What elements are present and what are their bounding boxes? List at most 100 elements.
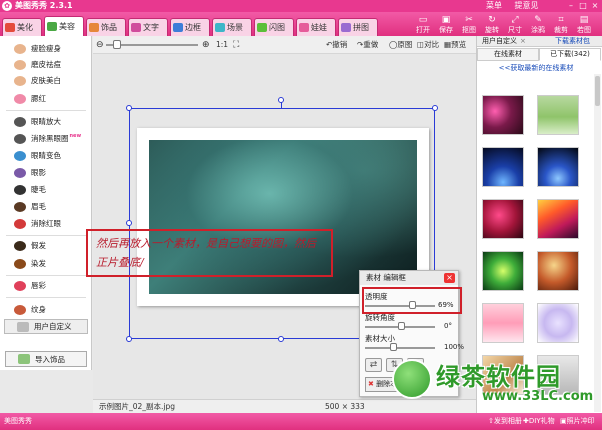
sidebar-item-hair-dye[interactable]: 染发 [2, 256, 90, 271]
sidebar-item-label: 腮红 [31, 94, 46, 103]
material-thumbnail[interactable] [537, 95, 579, 135]
tab-online-material[interactable]: 在线素材 [477, 48, 539, 61]
zoom-in-icon[interactable]: ⊕ [202, 39, 210, 51]
close-button[interactable]: × [590, 1, 600, 11]
tab-puzzle[interactable]: 拼图 [338, 18, 378, 36]
enlarge-eyes-icon [14, 116, 26, 127]
sidebar-item-smooth-skin[interactable]: 磨皮祛痘 [2, 57, 90, 72]
divider [6, 297, 86, 298]
tab-accessory[interactable]: 饰品 [86, 18, 126, 36]
sidebar-item-slim-face[interactable]: 瘦脸瘦身 [2, 41, 90, 56]
material-thumbnail[interactable] [537, 147, 579, 187]
compare-button[interactable]: ◫对比 [417, 39, 439, 51]
picture-icon: ▤ [579, 15, 589, 25]
rotate-icon: ↻ [488, 15, 496, 25]
redo-button[interactable]: ↷重做 [357, 39, 378, 51]
smooth-skin-icon [14, 59, 26, 70]
tab-downloaded[interactable]: 已下载(342) [539, 48, 601, 61]
eyeshadow-icon [14, 167, 26, 178]
original-button[interactable]: ◯原图 [389, 39, 412, 51]
fit-screen-icon[interactable]: ⛶ [233, 39, 239, 51]
size-slider-handle[interactable] [390, 343, 397, 351]
size-slider[interactable] [365, 347, 435, 349]
crop-button[interactable]: ⌗ 裁剪 [550, 15, 572, 36]
resize-handle-tl[interactable] [126, 105, 132, 111]
sidebar-item-eyeshadow[interactable]: 眼影 [2, 165, 90, 180]
close-tab-icon[interactable]: × [520, 37, 526, 45]
material-thumbnail[interactable] [537, 251, 579, 291]
scrollbar-thumb[interactable] [595, 76, 600, 106]
tab-frame[interactable]: 边框 [170, 18, 210, 36]
sidebar-item-user-custom[interactable]: 用户自定义 [4, 319, 88, 334]
rotate-handle[interactable] [278, 97, 284, 103]
material-thumbnail[interactable] [482, 303, 524, 343]
sidebar-item-label: 眼睛变色 [31, 151, 61, 160]
download-material-link[interactable]: 下载素材包 [555, 36, 590, 47]
sidebar-item-blush[interactable]: 腮红 [2, 91, 90, 106]
title-bar: ✿ 美图秀秀 2.3.1 菜单 提意见 – □ × [0, 0, 602, 12]
tab-label: 场景 [227, 22, 243, 32]
tab-label: 美化 [17, 22, 33, 32]
tab-scene[interactable]: 场景 [212, 18, 252, 36]
resize-handle-left[interactable] [126, 220, 132, 226]
import-accessory-button[interactable]: 导入饰品 [5, 351, 87, 367]
maximize-button[interactable]: □ [578, 1, 588, 11]
sidebar-item-dark-circles[interactable]: 消除黑眼圈 new [2, 131, 90, 146]
material-thumbnail[interactable] [537, 199, 579, 239]
tab-text[interactable]: 文字 [128, 18, 168, 36]
library-tab-bar: 用户自定义 × 下载素材包 [477, 36, 602, 47]
lip-color-icon [14, 280, 26, 291]
tab-cosmetic[interactable]: 美容 [44, 16, 84, 36]
whiten-skin-icon [14, 75, 26, 86]
accessory-icon [89, 23, 99, 32]
material-thumbnail[interactable] [482, 251, 524, 291]
cutout-button[interactable]: ✂ 抠图 [458, 15, 480, 36]
preview-button[interactable]: ▦预览 [444, 39, 466, 51]
resize-button[interactable]: ⤢ 尺寸 [504, 15, 526, 36]
window-menu: 菜单 提意见 [486, 0, 549, 12]
picture-button[interactable]: ▤ 若图 [573, 15, 595, 36]
doodle-button[interactable]: ✎ 涂鸦 [527, 15, 549, 36]
tab-doll[interactable]: 娃娃 [296, 18, 336, 36]
resize-handle-tr[interactable] [432, 105, 438, 111]
close-icon[interactable]: × [444, 273, 455, 283]
material-thumbnail[interactable] [482, 147, 524, 187]
flip-horizontal-icon[interactable]: ⇄ [365, 358, 382, 372]
actual-size-button[interactable]: 1:1 [216, 39, 228, 51]
sidebar-item-red-eye[interactable]: 消除红眼 [2, 216, 90, 231]
sidebar-item-eyebrow[interactable]: 眉毛 [2, 199, 90, 214]
material-thumbnail[interactable] [482, 95, 524, 135]
doodle-icon: ✎ [534, 15, 542, 25]
wig-icon [14, 240, 26, 251]
material-thumbnail[interactable] [537, 303, 579, 343]
open-button[interactable]: ▭ 打开 [412, 15, 434, 36]
resize-handle-bottom[interactable] [278, 336, 284, 342]
sidebar-item-whiten-skin[interactable]: 皮肤美白 [2, 73, 90, 88]
rotation-slider-handle[interactable] [398, 322, 405, 330]
save-button[interactable]: ▣ 保存 [435, 15, 457, 36]
zoom-out-icon[interactable]: ⊖ [96, 39, 104, 51]
tab-beautify[interactable]: 美化 [2, 18, 42, 36]
sidebar-item-lip-color[interactable]: 唇彩 [2, 278, 90, 293]
frame-icon [173, 23, 183, 32]
sidebar-item-wig[interactable]: 假发 [2, 238, 90, 253]
menu-item-feedback[interactable]: 提意见 [515, 1, 539, 10]
material-thumbnail[interactable] [482, 199, 524, 239]
rotation-value: 0° [444, 322, 452, 330]
canvas-toolbar: ⊖ ⊕ 1:1 ⛶ ↶撤销 ↷重做 ◯原图 ◫对比 ▦预览 [93, 36, 476, 54]
minimize-button[interactable]: – [566, 1, 576, 11]
get-online-material-link[interactable]: <<获取最新的在线素材 [477, 63, 595, 73]
sidebar-item-tattoo[interactable]: 纹身 [2, 302, 90, 317]
tab-flash[interactable]: 闪图 [254, 18, 294, 36]
zoom-slider-handle[interactable] [113, 40, 121, 49]
sidebar-item-eye-color[interactable]: 眼睛变色 [2, 148, 90, 163]
undo-button[interactable]: ↶撤销 [326, 39, 347, 51]
resize-handle-bl[interactable] [126, 336, 132, 342]
greentea-logo-icon [392, 359, 432, 399]
sidebar-item-eyelash[interactable]: 睫毛 [2, 182, 90, 197]
tab-user-custom[interactable]: 用户自定义 × [482, 36, 526, 47]
sidebar-item-enlarge-eyes[interactable]: 眼睛放大 [2, 114, 90, 129]
tab-label: 饰品 [101, 22, 117, 32]
menu-item-menu[interactable]: 菜单 [486, 1, 502, 10]
rotate-button[interactable]: ↻ 旋转 [481, 15, 503, 36]
